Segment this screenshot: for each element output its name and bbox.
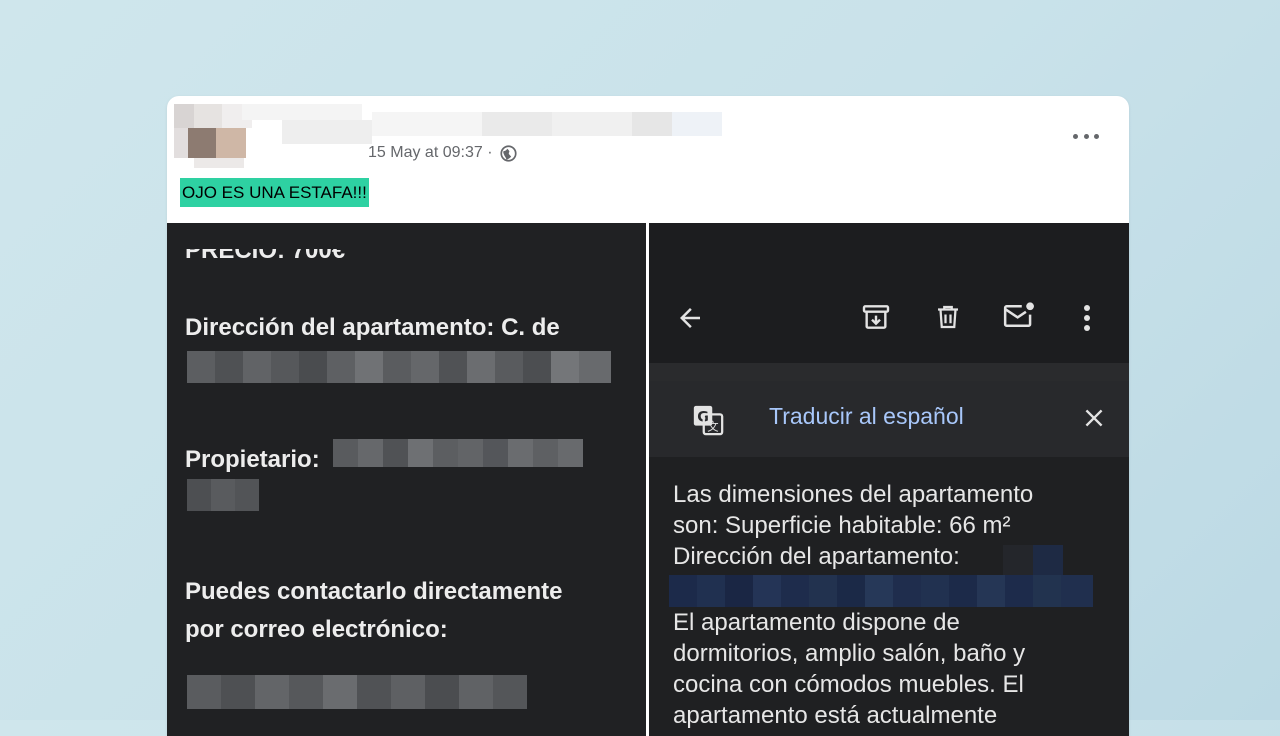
owner-label: Propietario:	[185, 446, 320, 473]
left-screenshot[interactable]: PRECIO: 700€ Dirección del apartamento: …	[167, 223, 646, 736]
mark-unread-icon[interactable]	[1001, 299, 1037, 333]
back-arrow-icon[interactable]	[675, 303, 705, 333]
post-timestamp[interactable]: 15 May at 09:37 ·	[368, 144, 493, 162]
contact-line-1: Puedes contactarlo directamente	[185, 578, 563, 605]
redacted-email	[187, 675, 527, 709]
contact-line-2: por correo electrónico:	[185, 616, 448, 643]
translate-icon: G 文	[693, 405, 724, 436]
redacted-address	[187, 351, 611, 383]
email-line-7: apartamento está actualmente	[673, 702, 998, 729]
post-meta: 15 May at 09:37 ·	[368, 144, 517, 162]
toolbar-separator	[649, 363, 1129, 381]
more-vert-icon[interactable]	[1078, 303, 1096, 333]
email-toolbar	[649, 223, 1129, 363]
email-line-4: El apartamento dispone de	[673, 609, 960, 636]
close-icon[interactable]	[1081, 405, 1107, 431]
redacted-owner-2	[187, 479, 259, 511]
globe-icon	[499, 144, 517, 162]
email-line-1: Las dimensiones del apartamento	[673, 481, 1034, 508]
cut-off-text: PRECIO: 700€	[185, 249, 346, 264]
svg-text:文: 文	[707, 420, 718, 434]
redacted-owner	[333, 439, 583, 467]
avatar[interactable]	[174, 104, 252, 168]
author-name-redacted[interactable]	[242, 104, 722, 144]
right-screenshot[interactable]: G 文 Traducir al español Las dimensiones …	[649, 223, 1129, 736]
address-label: Dirección del apartamento: C. de	[185, 314, 560, 341]
delete-icon[interactable]	[933, 301, 963, 333]
facebook-post-card: 15 May at 09:37 · OJO ES UNA ESTAFA!!! P…	[167, 96, 1129, 736]
post-header: 15 May at 09:37 · OJO ES UNA ESTAFA!!!	[167, 96, 1129, 223]
post-images[interactable]: PRECIO: 700€ Dirección del apartamento: …	[167, 223, 1129, 736]
email-line-5: dormitorios, amplio salón, baño y	[673, 640, 1026, 667]
more-icon[interactable]	[1073, 126, 1099, 146]
email-line-2: son: Superficie habitable: 66 m²	[673, 512, 1011, 539]
archive-icon[interactable]	[860, 301, 892, 333]
email-line-3: Dirección del apartamento:	[673, 543, 960, 570]
post-text: OJO ES UNA ESTAFA!!!	[180, 178, 369, 207]
redacted-address-inline	[1003, 545, 1063, 575]
redacted-address-line	[669, 575, 1093, 607]
translate-link[interactable]: Traducir al español	[769, 403, 964, 430]
email-line-6: cocina con cómodos muebles. El	[673, 671, 1024, 698]
